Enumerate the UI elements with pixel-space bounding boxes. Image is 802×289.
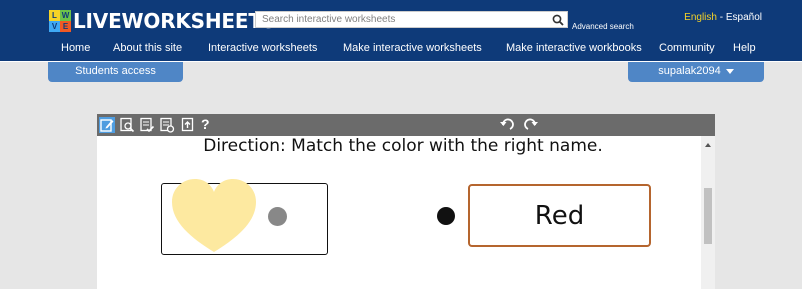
check-icon[interactable] — [139, 117, 155, 133]
answer-word: Red — [534, 200, 585, 231]
match-dot-right[interactable] — [437, 207, 455, 225]
logo-text: LIVEWORKSHEETS — [73, 9, 277, 33]
site-logo[interactable]: L W V E LIVEWORKSHEETS — [49, 9, 277, 33]
heart-icon — [171, 178, 257, 259]
scroll-thumb[interactable] — [704, 188, 712, 244]
match-dot-left[interactable] — [268, 207, 287, 226]
nav-community[interactable]: Community — [659, 42, 715, 54]
worksheet-direction: Direction: Match the color with the righ… — [97, 136, 701, 156]
help-icon[interactable]: ? — [201, 116, 210, 132]
answer-word-box: Red — [468, 184, 651, 247]
export-icon[interactable] — [180, 117, 196, 133]
worksheet-scrollbar[interactable] — [701, 136, 715, 289]
nav-home[interactable]: Home — [61, 42, 90, 54]
logo-letter: V — [49, 21, 60, 32]
students-access-button[interactable]: Students access — [48, 62, 183, 82]
chevron-down-icon — [725, 68, 734, 74]
search-icon[interactable] — [549, 11, 567, 28]
nav-help[interactable]: Help — [733, 42, 756, 54]
nav-about[interactable]: About this site — [113, 42, 182, 54]
redo-icon[interactable] — [521, 116, 539, 137]
nav-interactive-worksheets[interactable]: Interactive worksheets — [208, 42, 317, 54]
direction-text: Direction: Match the color with the righ… — [203, 136, 603, 156]
logo-mark: L W V E — [49, 10, 71, 32]
language-switcher: English - Español — [684, 12, 762, 23]
language-separator: - — [716, 12, 726, 23]
scroll-up-arrow[interactable] — [705, 143, 711, 147]
logo-letter: L — [49, 10, 60, 21]
preview-icon[interactable] — [119, 117, 135, 133]
worksheet-toolbar: ? — [97, 114, 715, 136]
nav-make-workbooks[interactable]: Make interactive workbooks — [506, 42, 642, 54]
logo-letter: W — [60, 10, 71, 21]
logo-letter: E — [60, 21, 71, 32]
advanced-search-link[interactable]: Advanced search — [572, 22, 634, 31]
main-nav: Home About this site Interactive workshe… — [0, 42, 802, 60]
site-header: L W V E LIVEWORKSHEETS Advanced search E… — [0, 0, 802, 62]
check-answers-icon[interactable] — [159, 117, 175, 133]
nav-make-worksheets[interactable]: Make interactive worksheets — [343, 42, 482, 54]
language-english-link[interactable]: English — [684, 12, 717, 23]
edit-icon[interactable] — [99, 117, 115, 133]
worksheet-page: Direction: Match the color with the righ… — [97, 136, 715, 289]
undo-icon[interactable] — [499, 116, 517, 137]
search-input[interactable] — [255, 11, 568, 28]
language-spanish-link[interactable]: Español — [726, 12, 762, 23]
user-menu-button[interactable]: supalak2094 — [628, 62, 764, 82]
username-label: supalak2094 — [658, 65, 721, 77]
